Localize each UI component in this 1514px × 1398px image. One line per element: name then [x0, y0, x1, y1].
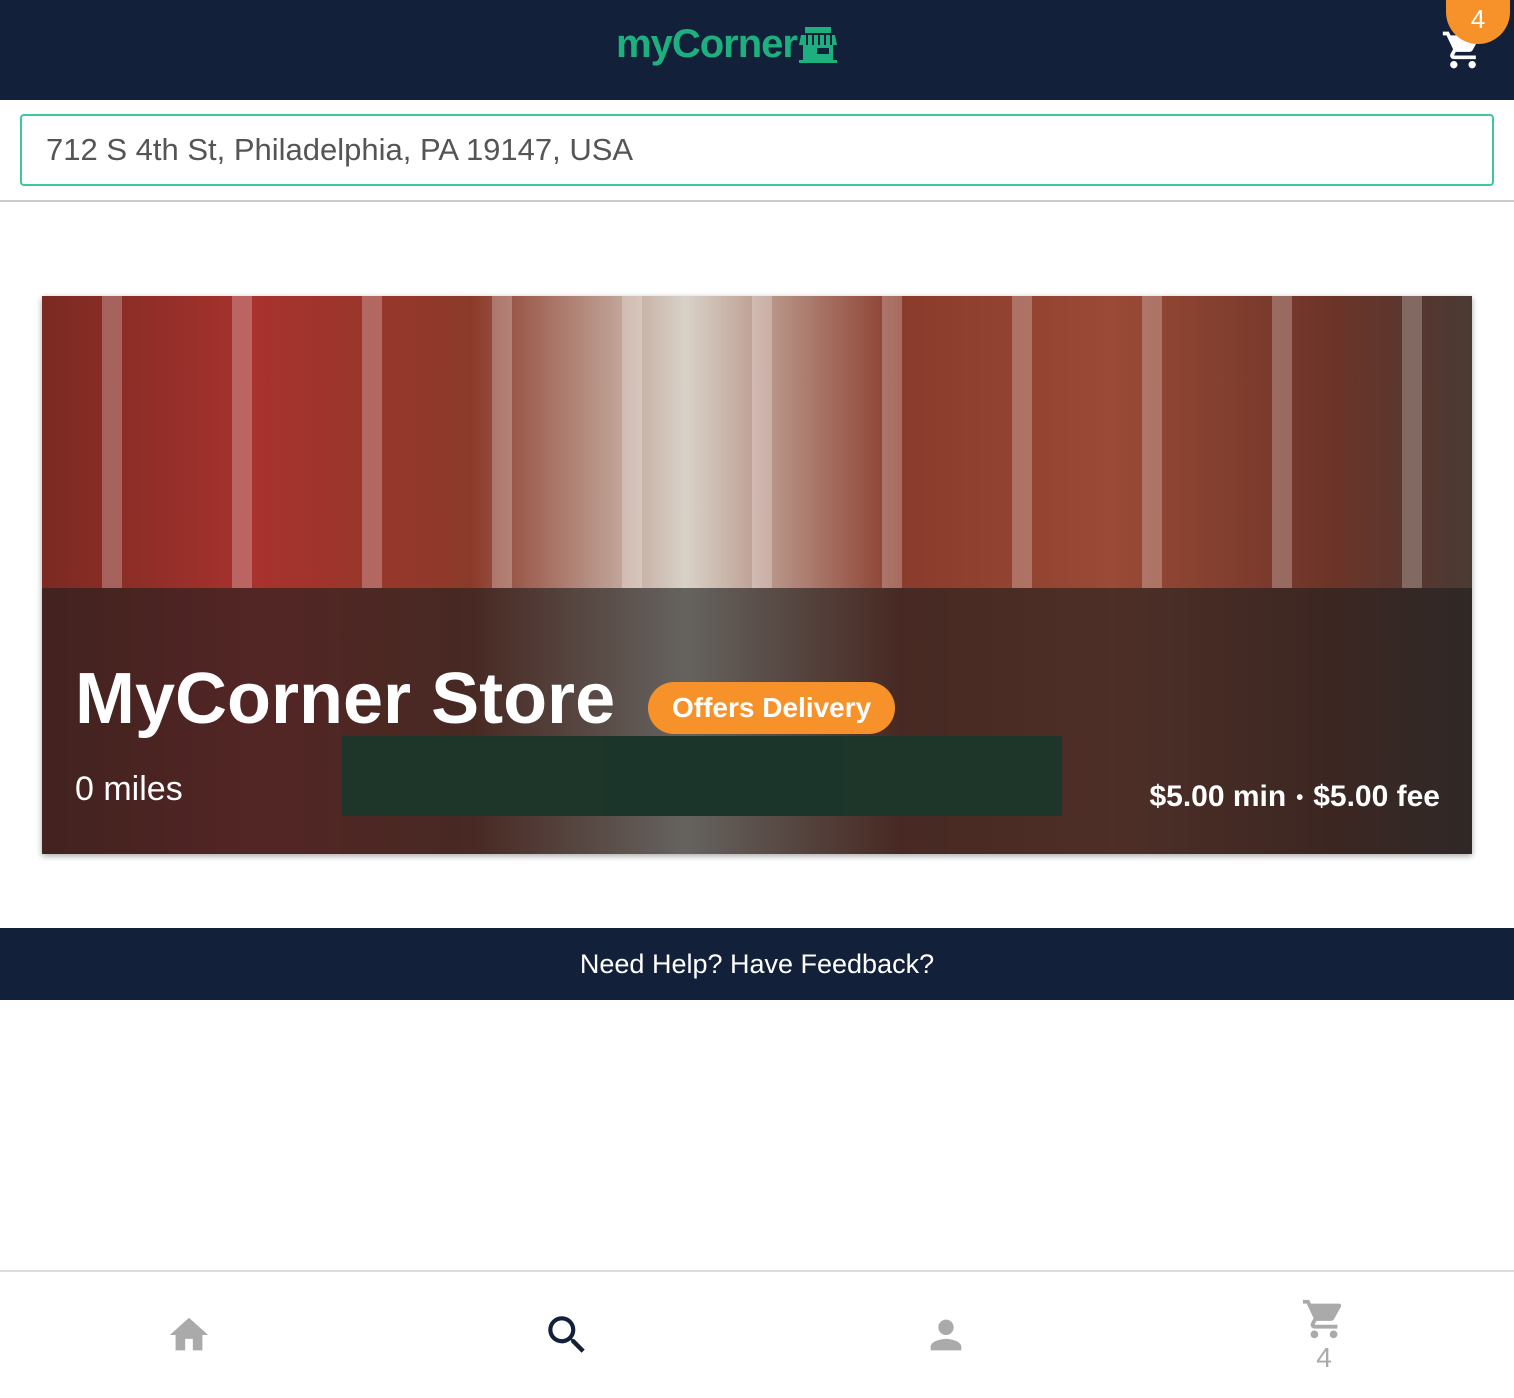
- store-fees: $5.00 min • $5.00 fee: [1149, 780, 1440, 814]
- nav-search[interactable]: [467, 1272, 667, 1398]
- help-feedback-link[interactable]: Need Help? Have Feedback?: [0, 928, 1514, 1000]
- cart-icon: [1302, 1299, 1342, 1339]
- home-icon: [169, 1317, 209, 1351]
- address-input[interactable]: [20, 114, 1494, 186]
- store-name: MyCorner Store: [75, 659, 616, 739]
- nav-home[interactable]: [89, 1272, 289, 1398]
- store-photo: [42, 296, 1472, 588]
- person-icon: [930, 1319, 962, 1351]
- nav-cart[interactable]: 4: [1224, 1272, 1424, 1398]
- minimum-order: $5.00 min: [1149, 780, 1287, 813]
- store-card[interactable]: MyCorner Store Offers Delivery 0 miles $…: [42, 296, 1472, 854]
- store-distance: 0 miles: [75, 770, 183, 808]
- search-icon: [548, 1316, 585, 1353]
- delivery-fee: $5.00 fee: [1313, 780, 1440, 813]
- nav-profile[interactable]: [846, 1272, 1046, 1398]
- logo[interactable]: myCorner: [616, 22, 837, 67]
- top-bar: myCorner 4: [0, 0, 1514, 100]
- delivery-badge: Offers Delivery: [648, 682, 896, 734]
- bottom-nav: 4: [0, 1270, 1514, 1396]
- logo-text: myCorner: [616, 22, 798, 66]
- nav-cart-count: 4: [1316, 1342, 1332, 1373]
- store-icon: [798, 26, 837, 63]
- divider: [0, 200, 1514, 202]
- separator-dot: •: [1296, 786, 1304, 809]
